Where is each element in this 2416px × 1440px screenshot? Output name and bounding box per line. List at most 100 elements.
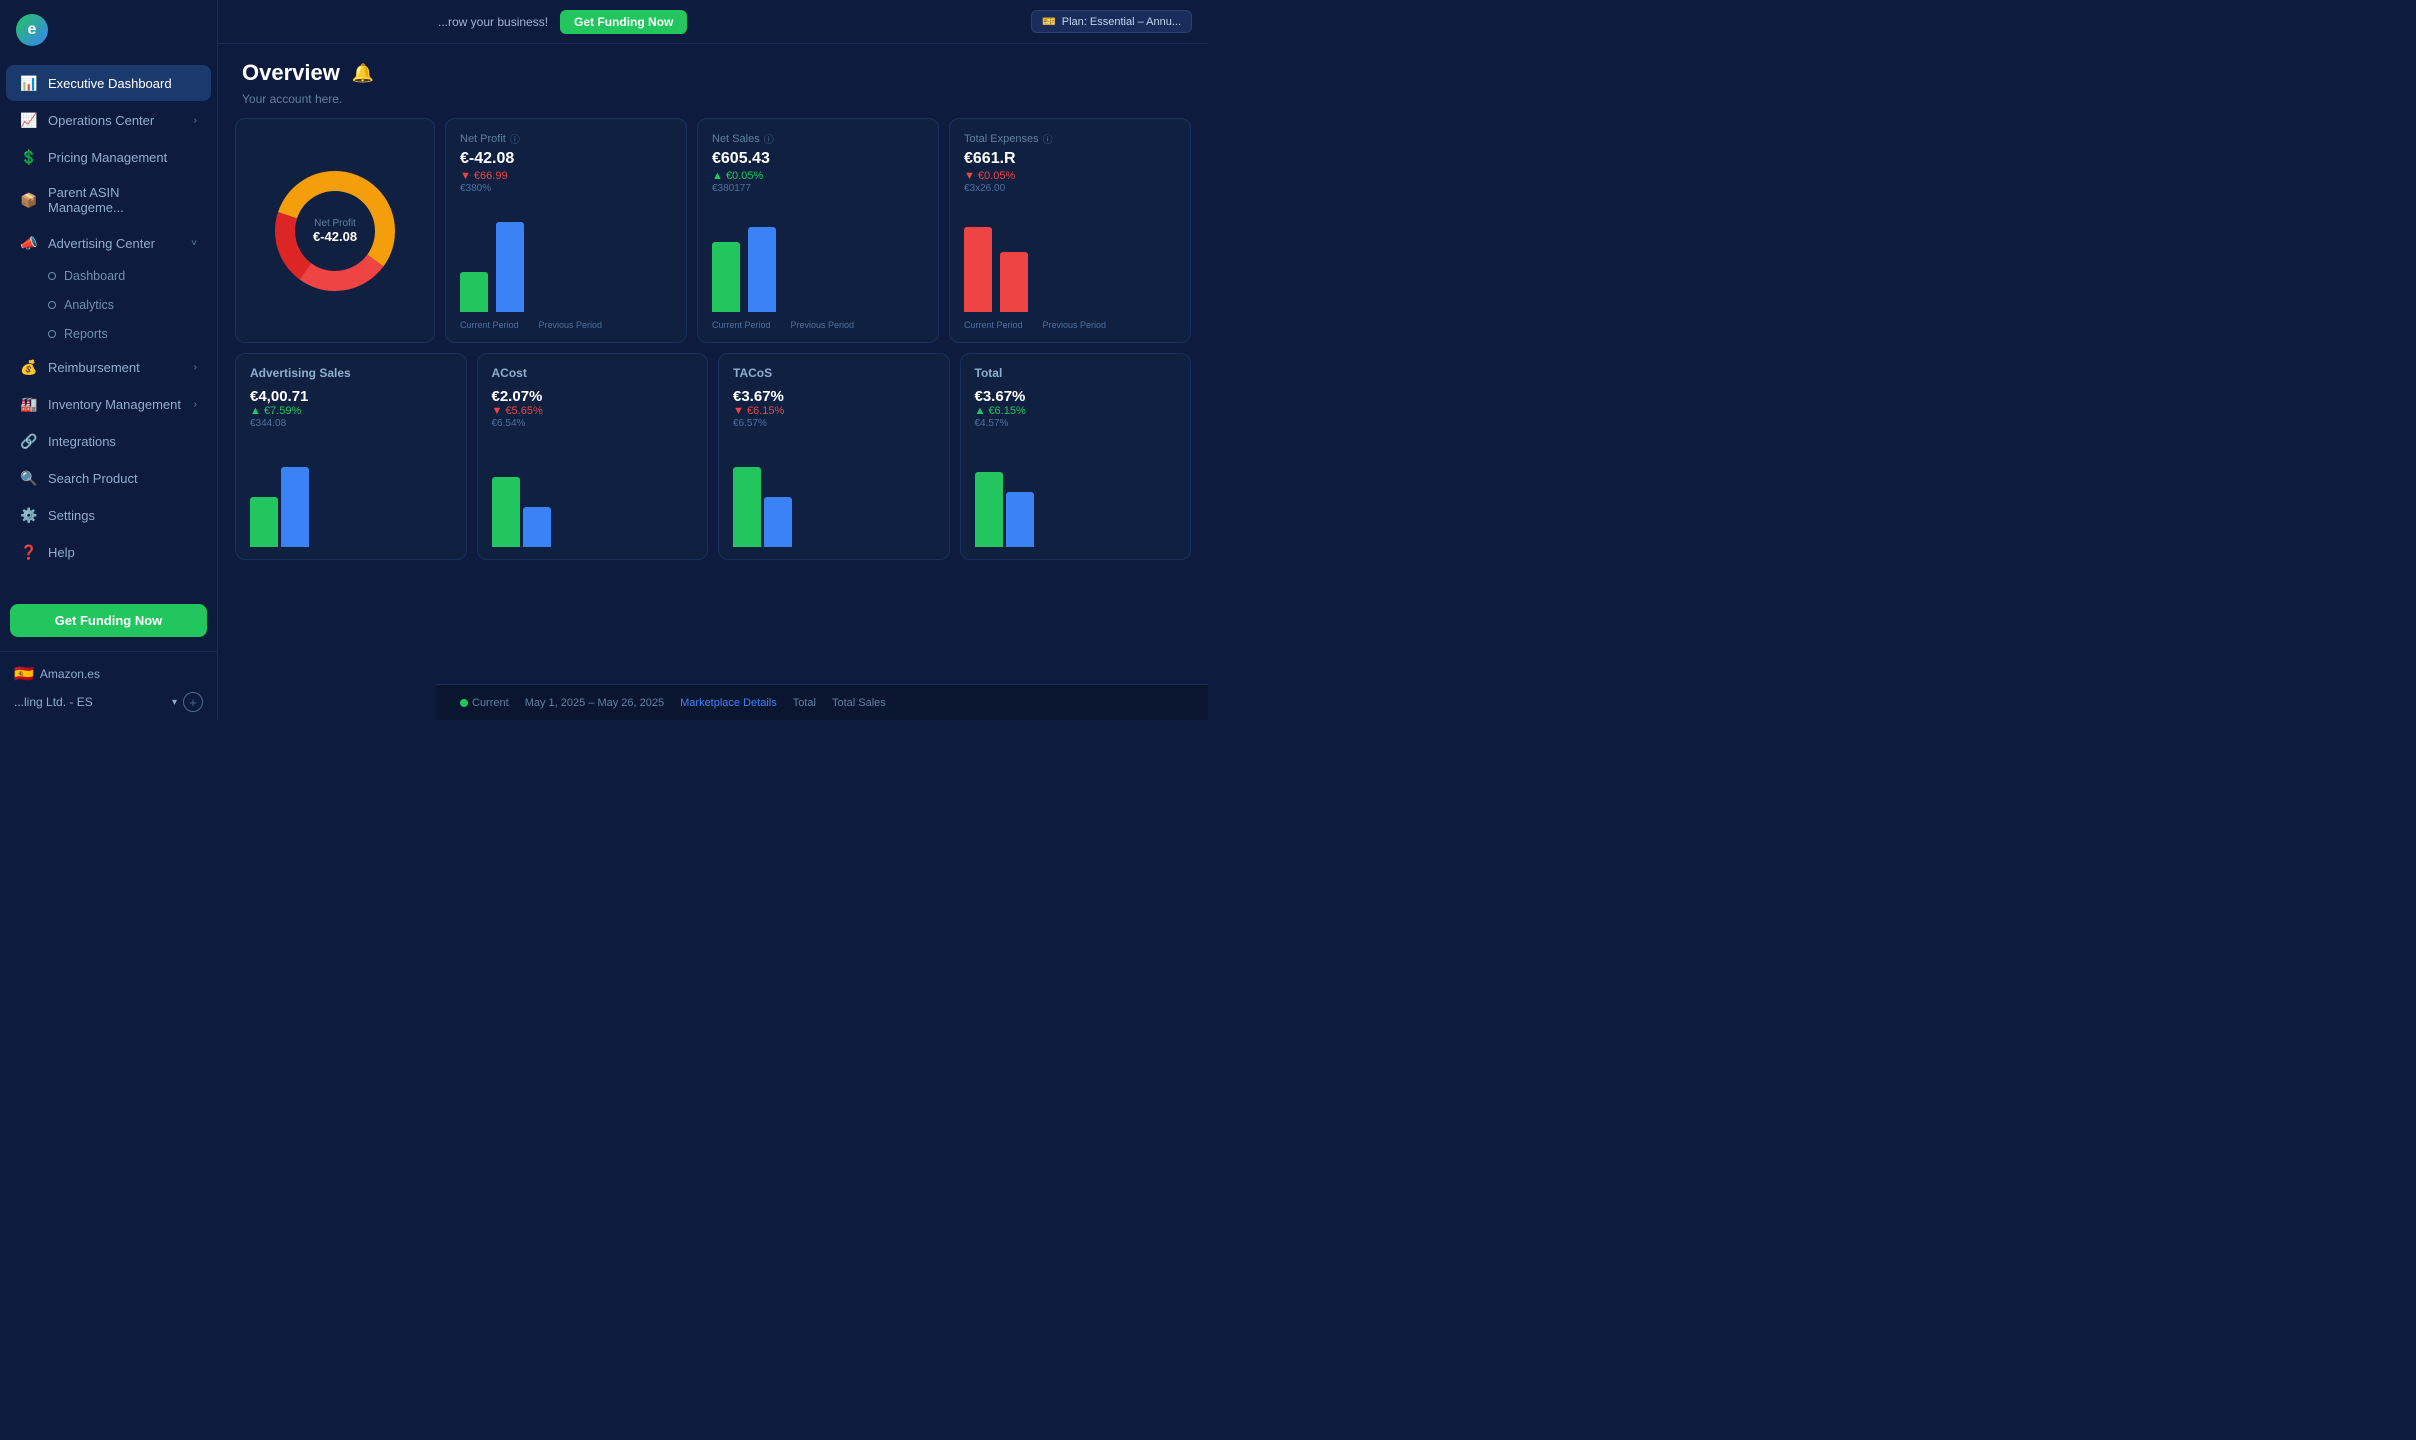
metric-title: Total Expenses ⓘ xyxy=(964,131,1176,146)
bar-group-current xyxy=(460,272,488,312)
plan-text: Plan: Essential – Annu... xyxy=(1062,16,1181,28)
help-icon: ❓ xyxy=(20,543,38,561)
sidebar-sub-item-dashboard[interactable]: Dashboard xyxy=(34,262,211,290)
metric-value: €605.43 xyxy=(712,150,924,168)
reimbursement-icon: 💰 xyxy=(20,358,38,376)
metric-title: Net Sales ⓘ xyxy=(712,131,924,146)
operations-icon: 📈 xyxy=(20,111,38,129)
total-label: Total xyxy=(793,697,816,709)
donut-chart: Net Profit €-42.08 xyxy=(270,166,400,296)
sidebar-item-inventory-management[interactable]: 🏭 Inventory Management › xyxy=(6,386,211,422)
metric-change: ▼ €0.05% xyxy=(964,170,1176,182)
app-logo: e xyxy=(16,14,48,46)
integrations-icon: 🔗 xyxy=(20,432,38,450)
ad-card-change: ▲ €6.15% xyxy=(975,405,1177,417)
sidebar-item-label: Advertising Center xyxy=(48,236,181,251)
inventory-icon: 🏭 xyxy=(20,395,38,413)
bar-prev xyxy=(281,467,309,547)
sub-dot-icon xyxy=(48,301,56,309)
sidebar-item-label: Executive Dashboard xyxy=(48,76,197,91)
sidebar-nav: 📊 Executive Dashboard 📈 Operations Cente… xyxy=(0,60,217,594)
page-header: Overview 🔔 xyxy=(218,44,1208,92)
sidebar-item-advertising-center[interactable]: 📣 Advertising Center ˅ xyxy=(6,225,211,261)
sidebar-item-operations-center[interactable]: 📈 Operations Center › xyxy=(6,102,211,138)
add-store-button[interactable]: + xyxy=(183,692,203,712)
ad-bar-chart xyxy=(250,437,452,547)
donut-label: Net Profit €-42.08 xyxy=(313,218,357,244)
get-funding-now-button[interactable]: Get Funding Now xyxy=(10,604,207,637)
sidebar-item-integrations[interactable]: 🔗 Integrations xyxy=(6,423,211,459)
ad-card-tacos: TACoS €3.67% ▼ €6.15% €6.57% xyxy=(718,353,950,560)
metric-prev: €3x26.00 xyxy=(964,183,1176,194)
date-range-text: May 1, 2025 – May 26, 2025 xyxy=(525,697,664,709)
dashboard-icon: 📊 xyxy=(20,74,38,92)
marketplace-details-link[interactable]: Marketplace Details xyxy=(680,697,777,709)
bar-group-prev xyxy=(1000,252,1028,312)
sidebar-item-executive-dashboard[interactable]: 📊 Executive Dashboard xyxy=(6,65,211,101)
total-sales-label: Total Sales xyxy=(832,697,886,709)
ad-bar-chart xyxy=(975,437,1177,547)
metric-card-net-profit: Net Profit ⓘ €-42.08 ▼ €66.99 €380% xyxy=(445,118,687,343)
ad-bar-chart xyxy=(492,437,694,547)
total-text: Total xyxy=(793,697,816,709)
sidebar: e 📊 Executive Dashboard 📈 Operations Cen… xyxy=(0,0,218,720)
bar-current xyxy=(712,242,740,312)
filter-current-label: Current xyxy=(472,697,509,709)
bar-current xyxy=(492,477,520,547)
bar-current xyxy=(460,272,488,312)
metric-value: €-42.08 xyxy=(460,150,672,168)
promo-area: ...row your business! Get Funding Now xyxy=(438,10,687,34)
sidebar-item-reimbursement[interactable]: 💰 Reimbursement › xyxy=(6,349,211,385)
sidebar-item-label: Integrations xyxy=(48,434,197,449)
ad-card-value: €3.67% xyxy=(733,388,935,405)
info-icon: ⓘ xyxy=(510,131,520,146)
sidebar-item-help[interactable]: ❓ Help xyxy=(6,534,211,570)
total-sales-text: Total Sales xyxy=(832,697,886,709)
top-bar-right: 🎫 Plan: Essential – Annu... xyxy=(1031,10,1192,33)
bar-group-current xyxy=(712,242,740,312)
bar-label-current: Current Period xyxy=(460,320,519,330)
sidebar-item-parent-asin[interactable]: 📦 Parent ASIN Manageme... xyxy=(6,176,211,224)
sidebar-sub-item-reports[interactable]: Reports xyxy=(34,320,211,348)
ad-card-prev: €4.57% xyxy=(975,418,1177,429)
top-funding-button[interactable]: Get Funding Now xyxy=(560,10,687,34)
bar-chart xyxy=(460,202,672,312)
sidebar-item-label: Reimbursement xyxy=(48,360,184,375)
metric-prev: €380177 xyxy=(712,183,924,194)
ad-card-title: TACoS xyxy=(733,366,935,380)
sidebar-sub-item-analytics[interactable]: Analytics xyxy=(34,291,211,319)
sub-item-label: Reports xyxy=(64,327,108,341)
ad-card-title: ACost xyxy=(492,366,694,380)
bar-label-current: Current Period xyxy=(712,320,771,330)
bar-prev xyxy=(496,222,524,312)
bar-label-current: Current Period xyxy=(964,320,1023,330)
ad-bar-chart xyxy=(733,437,935,547)
sidebar-item-pricing-management[interactable]: 💲 Pricing Management xyxy=(6,139,211,175)
bar-label-prev: Previous Period xyxy=(539,320,603,330)
bar-current xyxy=(964,227,992,312)
bar-label-prev: Previous Period xyxy=(1043,320,1107,330)
sidebar-item-search-product[interactable]: 🔍 Search Product xyxy=(6,460,211,496)
plan-icon: 🎫 xyxy=(1042,15,1056,28)
ad-card-value: €4,00.71 xyxy=(250,388,452,405)
sidebar-item-label: Pricing Management xyxy=(48,150,197,165)
bar-chart xyxy=(712,202,924,312)
bar-current xyxy=(733,467,761,547)
metric-title: Net Profit ⓘ xyxy=(460,131,672,146)
sidebar-footer: Get Funding Now xyxy=(0,594,217,651)
bar-prev xyxy=(1000,252,1028,312)
metric-card-net-sales: Net Sales ⓘ €605.43 ▲ €0.05% €380177 xyxy=(697,118,939,343)
ad-card-prev: €6.54% xyxy=(492,418,694,429)
sidebar-item-settings[interactable]: ⚙️ Settings xyxy=(6,497,211,533)
bar-group xyxy=(733,467,792,547)
main-content: Overview 🔔 Your account here. xyxy=(218,44,1208,684)
bell-icon[interactable]: 🔔 xyxy=(352,63,374,84)
settings-icon: ⚙️ xyxy=(20,506,38,524)
bar-chart xyxy=(964,202,1176,312)
metric-prev: €380% xyxy=(460,183,672,194)
ad-card-extra: Total €3.67% ▲ €6.15% €4.57% xyxy=(960,353,1192,560)
metric-change: ▲ €0.05% xyxy=(712,170,924,182)
page-subtitle: Your account here. xyxy=(218,92,1208,118)
sidebar-item-label: Parent ASIN Manageme... xyxy=(48,185,197,215)
pricing-icon: 💲 xyxy=(20,148,38,166)
